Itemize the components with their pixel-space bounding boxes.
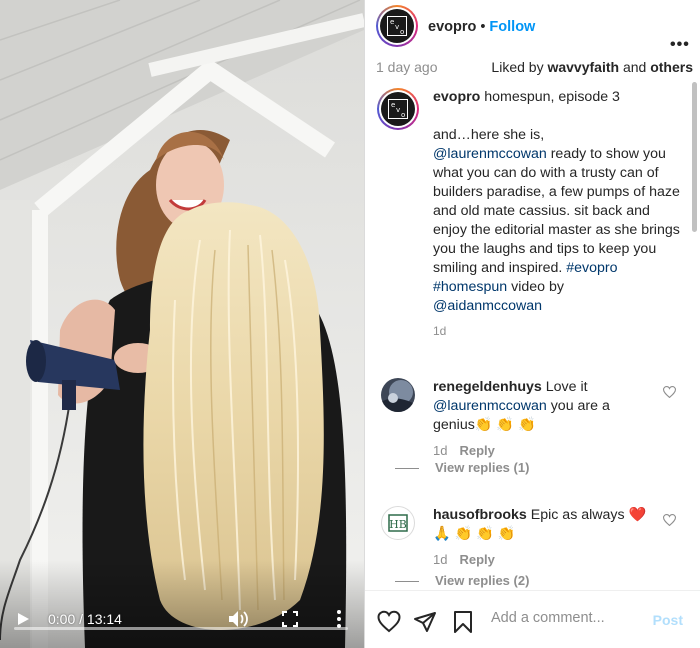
comment-avatar[interactable]: HB — [381, 506, 415, 540]
caption-age: 1d — [433, 324, 447, 338]
comment-avatar[interactable] — [381, 378, 415, 412]
view-replies-button[interactable]: View replies (2) — [395, 573, 530, 588]
follow-button[interactable]: Follow — [489, 19, 535, 35]
comment-input[interactable] — [491, 610, 651, 626]
liked-and: and — [619, 59, 651, 75]
caption-text: evopro homespun, episode 3 and…here she … — [433, 88, 683, 341]
comment-footer: Post — [365, 590, 700, 648]
post-sidebar: evo evopro • Follow ••• 1 day ago Liked by… — [364, 0, 700, 648]
fullscreen-icon[interactable] — [282, 611, 298, 627]
caption-text-3: video by — [507, 279, 564, 295]
comment-username[interactable]: hausofbrooks — [433, 507, 527, 523]
evopro-avatar[interactable]: evo — [376, 5, 418, 47]
hashtag-link[interactable]: #homespun — [433, 279, 507, 295]
video-frame — [0, 0, 364, 648]
scrollbar-thumb[interactable] — [692, 82, 697, 232]
caption-avatar[interactable]: evo — [377, 88, 419, 130]
liked-user-link[interactable]: wavvyfaith — [547, 59, 619, 75]
volume-icon[interactable] — [228, 610, 250, 628]
reply-button[interactable]: Reply — [459, 552, 494, 567]
comment-username[interactable]: renegeldenhuys — [433, 379, 542, 395]
mention-link[interactable]: @laurenmccowan — [433, 146, 547, 162]
view-replies-label: View replies (1) — [435, 460, 530, 475]
mention-link[interactable]: @aidanmccowan — [433, 298, 542, 314]
evo-logo-icon: evo — [387, 16, 407, 36]
view-replies-button[interactable]: View replies (1) — [395, 460, 530, 475]
reply-button[interactable]: Reply — [459, 443, 494, 458]
video-more-icon[interactable] — [334, 609, 344, 629]
like-heart-icon[interactable] — [377, 610, 401, 634]
post-comment-button[interactable]: Post — [653, 612, 683, 628]
comment-like-icon[interactable] — [663, 386, 676, 398]
play-icon[interactable] — [16, 612, 30, 626]
post-username[interactable]: evopro — [428, 19, 476, 35]
separator-dot: • — [480, 19, 486, 35]
evo-logo-icon: evo — [388, 99, 408, 119]
liked-prefix: Liked by — [491, 59, 548, 75]
comment-body: renegeldenhuys Love it @laurenmccowan yo… — [433, 378, 653, 460]
liked-by: Liked by wavvyfaith and others — [491, 59, 693, 75]
video-progress-bar[interactable] — [14, 627, 348, 630]
hashtag-link[interactable]: #evopro — [566, 260, 617, 276]
view-replies-label: View replies (2) — [435, 573, 530, 588]
svg-text:HB: HB — [389, 518, 407, 531]
comment-age: 1d — [433, 552, 448, 567]
video-player[interactable]: 0:00 / 13:14 — [0, 0, 364, 648]
post-header: evo evopro • Follow ••• — [365, 0, 700, 55]
video-time: 0:00 / 13:14 — [48, 611, 122, 627]
caption-text-1: and…here she is, — [433, 127, 545, 143]
mention-link[interactable]: @laurenmccowan — [433, 398, 547, 414]
post-age: 1 day ago — [376, 59, 438, 75]
comment-text: Love it — [545, 379, 588, 395]
save-bookmark-icon[interactable] — [451, 610, 475, 634]
comment-age: 1d — [433, 443, 448, 458]
comment-body: hausofbrooks Epic as always ❤️ 🙏 👏 👏 👏 1… — [433, 506, 653, 569]
share-plane-icon[interactable] — [413, 610, 437, 634]
caption-text-2: ready to show you what you can do with a… — [433, 146, 680, 276]
instagram-post-modal: 0:00 / 13:14 evo evopro • Follow ••• 1 d… — [0, 0, 700, 648]
liked-others-link[interactable]: others — [650, 59, 693, 75]
comment-meta: 1d Reply — [433, 550, 653, 569]
post-options-icon[interactable]: ••• — [670, 36, 690, 54]
video-controls: 0:00 / 13:14 — [0, 584, 364, 648]
comments-scroll-area[interactable]: evo evopro homespun, episode 3 and…here … — [365, 82, 700, 590]
caption-username[interactable]: evopro — [433, 89, 480, 105]
caption-title: homespun, episode 3 — [484, 89, 620, 105]
comment-like-icon[interactable] — [663, 514, 676, 526]
comment-meta: 1d Reply — [433, 441, 653, 460]
